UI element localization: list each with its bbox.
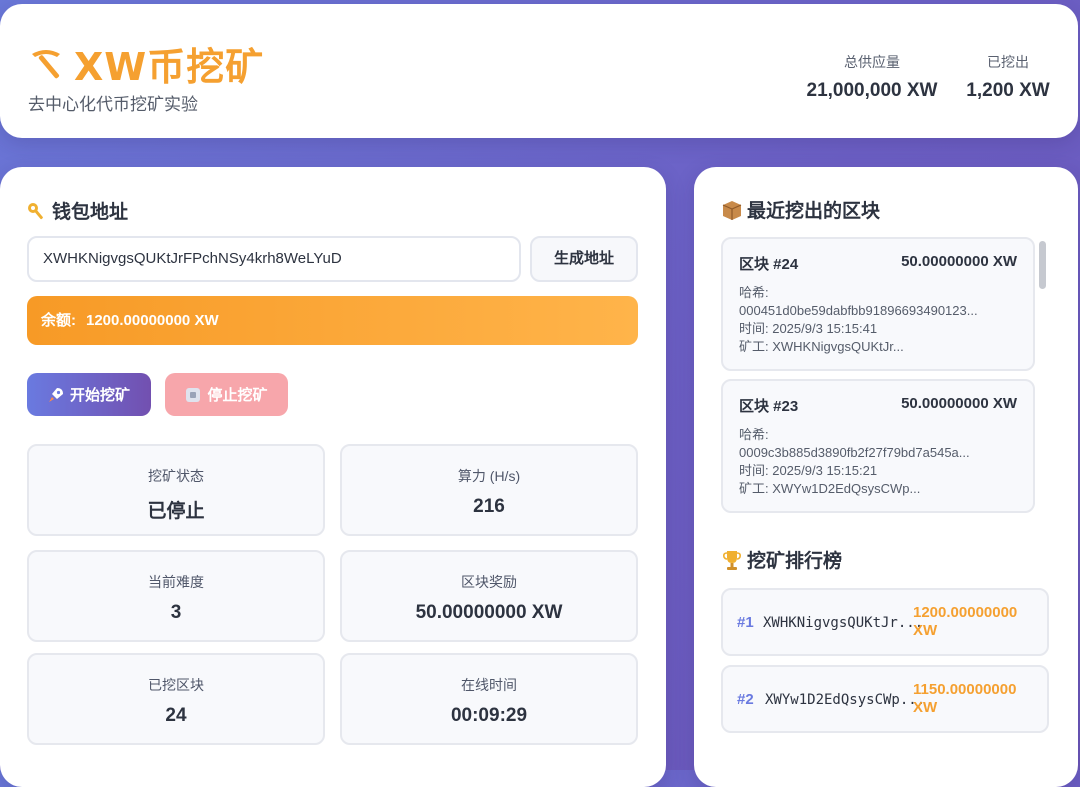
package-icon (722, 200, 742, 220)
block-miner: 矿工: XWHKNigvgsQUKtJr... (739, 339, 904, 354)
total-supply-value: 21,000,000 XW (806, 80, 938, 101)
uptime-value: 00:09:29 (450, 705, 528, 726)
balance-label: 余额: (41, 312, 76, 329)
status-value: 已停止 (147, 501, 205, 522)
block-title: 区块 #24 (739, 256, 799, 273)
status-card: 挖矿状态 已停止 (27, 444, 325, 536)
rocket-icon (48, 387, 63, 402)
brand: XW币挖矿 (26, 36, 264, 91)
pickaxe-icon (32, 49, 60, 78)
uptime-card: 在线时间 00:09:29 (340, 653, 638, 745)
rank-amount: 1200.00000000 XW (913, 604, 1018, 639)
difficulty-card: 当前难度 3 (27, 550, 325, 642)
reward-card: 区块奖励 50.00000000 XW (340, 550, 638, 642)
wallet-section-title: 钱包地址 (26, 197, 128, 224)
hashrate-card: 算力 (H/s) 216 (340, 444, 638, 536)
reward-value: 50.00000000 XW (415, 602, 563, 623)
stop-square-icon (186, 387, 201, 402)
leaderboard-row: #1 XWHKNigvgsQUKtJr... 1200.00000000 XW (721, 588, 1049, 656)
block-hash-label: 哈希: (739, 285, 769, 300)
rank-address: XWHKNigvgsQUKtJr... (763, 615, 924, 631)
blocks-section-title: 最近挖出的区块 (721, 196, 880, 223)
balance-value: 1200.00000000 XW (86, 312, 219, 329)
difficulty-label: 当前难度 (148, 574, 204, 590)
block-time: 时间: 2025/9/3 15:15:41 (739, 321, 878, 336)
mined-value: 1,200 XW (966, 80, 1050, 101)
block-amount: 50.00000000 XW (901, 395, 1017, 412)
generate-address-button[interactable]: 生成地址 (530, 236, 638, 282)
info-panel: 最近挖出的区块 区块 #24 50.00000000 XW 哈希: 000451… (694, 167, 1078, 787)
reward-label: 区块奖励 (461, 574, 517, 590)
leaderboard-section-title: 挖矿排行榜 (721, 546, 842, 573)
leaderboard-row: #2 XWYw1D2EdQsysCWp... 1150.00000000 XW (721, 665, 1049, 733)
list-item: 区块 #24 50.00000000 XW 哈希: 000451d0be59da… (721, 237, 1035, 371)
app-header: XW币挖矿 去中心化代币挖矿实验 总供应量 21,000,000 XW 已挖出 … (0, 4, 1078, 138)
wallet-address-input[interactable]: XWHKNigvgsQUKtJrFPchNSy4krh8WeLYuD (27, 236, 521, 282)
block-hash-label: 哈希: (739, 427, 769, 442)
total-supply-label: 总供应量 (844, 54, 900, 70)
trophy-icon (723, 550, 741, 570)
hashrate-value: 216 (473, 496, 505, 517)
block-title: 区块 #23 (739, 398, 799, 415)
uptime-label: 在线时间 (461, 677, 517, 693)
blocks-mined-value: 24 (165, 705, 187, 726)
key-icon (28, 202, 43, 219)
app-subtitle: 去中心化代币挖矿实验 (28, 95, 198, 114)
block-hash: 0009c3b885d3890fb2f27f79bd7a545a... (739, 445, 970, 460)
recent-blocks-list[interactable]: 区块 #24 50.00000000 XW 哈希: 000451d0be59da… (721, 237, 1049, 517)
mined-stat: 已挖出 1,200 XW (964, 52, 1052, 102)
mined-label: 已挖出 (987, 54, 1029, 70)
rank-address: XWYw1D2EdQsysCWp... (765, 692, 926, 708)
stop-mining-button[interactable]: 停止挖矿 (165, 373, 288, 416)
difficulty-value: 3 (170, 602, 182, 623)
mining-panel: 钱包地址 XWHKNigvgsQUKtJrFPchNSy4krh8WeLYuD … (0, 167, 666, 787)
block-miner: 矿工: XWYw1D2EdQsysCWp... (739, 481, 921, 496)
block-hash: 000451d0be59dabfbb91896693490123... (739, 303, 978, 318)
hashrate-label: 算力 (H/s) (457, 468, 521, 484)
start-mining-button[interactable]: 开始挖矿 (27, 373, 151, 416)
balance-bar: 余额: 1200.00000000 XW (27, 296, 638, 345)
total-supply-stat: 总供应量 21,000,000 XW (804, 52, 940, 102)
app-title: XW币挖矿 (74, 45, 265, 89)
rank-number: #2 (737, 691, 754, 708)
blocks-mined-card: 已挖区块 24 (27, 653, 325, 745)
blocks-mined-label: 已挖区块 (148, 677, 204, 693)
blocks-scrollbar[interactable] (1039, 241, 1046, 289)
status-label: 挖矿状态 (148, 468, 204, 484)
rank-number: #1 (737, 614, 754, 631)
block-amount: 50.00000000 XW (901, 253, 1017, 270)
list-item: 区块 #23 50.00000000 XW 哈希: 0009c3b885d389… (721, 379, 1035, 513)
block-time: 时间: 2025/9/3 15:15:21 (739, 463, 878, 478)
rank-amount: 1150.00000000 XW (913, 681, 1017, 716)
